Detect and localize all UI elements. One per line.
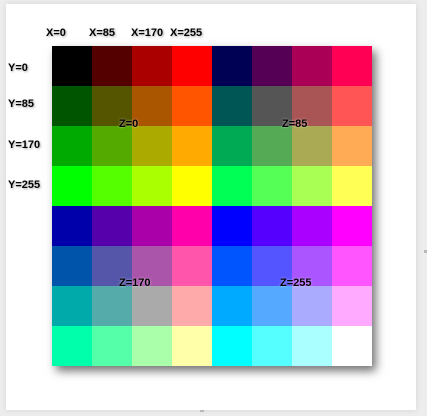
color-swatch (92, 46, 132, 86)
rgb-slice-grid (52, 46, 372, 366)
z-label-170: Z=170 (119, 277, 151, 289)
color-swatch (212, 166, 252, 206)
x-label-255: X=255 (170, 27, 203, 39)
color-swatch (172, 166, 212, 206)
color-swatch (332, 326, 372, 366)
color-swatch (132, 46, 172, 86)
color-swatch (252, 326, 292, 366)
y-label-0: Y=0 (8, 62, 28, 74)
color-swatch (132, 326, 172, 366)
color-swatch (292, 326, 332, 366)
color-swatch (172, 86, 212, 126)
color-swatch (332, 46, 372, 86)
color-swatch (212, 326, 252, 366)
color-swatch (92, 206, 132, 246)
color-swatch (52, 286, 92, 326)
color-swatch (172, 246, 212, 286)
color-swatch (292, 46, 332, 86)
color-swatch (212, 286, 252, 326)
color-swatch (52, 126, 92, 166)
color-swatch (292, 126, 332, 166)
color-swatch (52, 46, 92, 86)
color-swatch (252, 286, 292, 326)
color-swatch (212, 126, 252, 166)
color-swatch (212, 46, 252, 86)
color-swatch (132, 126, 172, 166)
color-swatch (132, 286, 172, 326)
color-swatch (132, 206, 172, 246)
z-label-255: Z=255 (280, 277, 312, 289)
color-swatch (172, 206, 212, 246)
x-label-85: X=85 (89, 27, 115, 39)
y-label-170: Y=170 (8, 139, 41, 151)
color-swatch (292, 166, 332, 206)
x-label-0: X=0 (46, 27, 66, 39)
z-label-0: Z=0 (119, 118, 139, 130)
color-swatch (92, 326, 132, 366)
z-label-85: Z=85 (282, 118, 308, 130)
color-swatch (172, 326, 212, 366)
color-swatch (252, 206, 292, 246)
x-label-170: X=170 (131, 27, 164, 39)
y-label-85: Y=85 (8, 98, 34, 110)
color-swatch (292, 286, 332, 326)
color-swatch (292, 206, 332, 246)
color-swatch (52, 166, 92, 206)
color-swatch (252, 46, 292, 86)
color-swatch (52, 326, 92, 366)
color-swatch (332, 246, 372, 286)
color-swatch (212, 86, 252, 126)
color-swatch (332, 166, 372, 206)
color-swatch (52, 206, 92, 246)
color-swatch (212, 246, 252, 286)
color-swatch (92, 286, 132, 326)
color-swatch (92, 166, 132, 206)
color-swatch (332, 286, 372, 326)
color-swatch (132, 166, 172, 206)
color-swatch (172, 286, 212, 326)
color-swatch (252, 166, 292, 206)
color-swatch (172, 126, 212, 166)
color-swatch (52, 246, 92, 286)
y-label-255: Y=255 (8, 179, 41, 191)
color-swatch (332, 126, 372, 166)
color-swatch (332, 86, 372, 126)
color-swatch (52, 86, 92, 126)
color-swatch (252, 126, 292, 166)
color-swatch (92, 126, 132, 166)
scan-speck (200, 410, 204, 412)
color-swatch (212, 206, 252, 246)
color-swatch (172, 46, 212, 86)
color-swatch (332, 206, 372, 246)
